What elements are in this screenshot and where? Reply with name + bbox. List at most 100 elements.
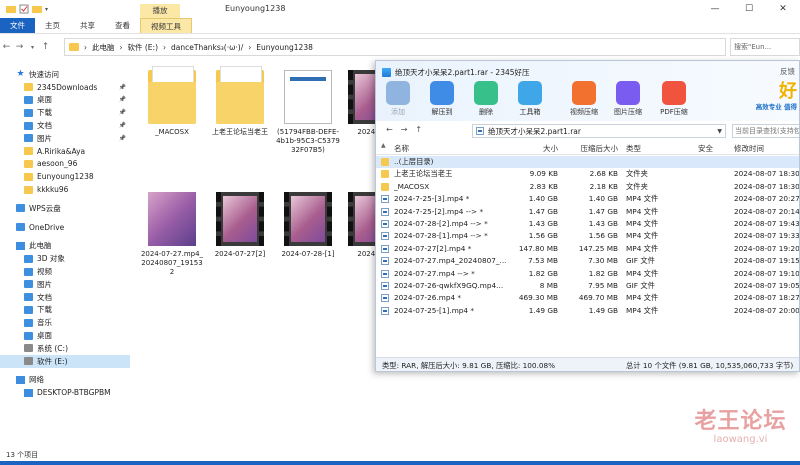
table-row[interactable]: 2024-07-25-[1].mp4 * 1.49 GB 1.49 GB MP4 文件… (376, 305, 799, 317)
archive-path-box[interactable]: 绝顶天才小呆呆2.part1.rar ▼ (472, 124, 726, 138)
sidebar-item[interactable]: 桌面 📌 (0, 94, 130, 107)
table-row[interactable]: 2024-07-27.mp4 --> * 1.82 GB 1.82 GB MP4 文件… (376, 268, 799, 280)
cell-packed-size: 1.40 GB (588, 194, 618, 204)
sidebar-item[interactable]: DESKTOP-BTBGPBM (0, 386, 130, 399)
sidebar-item[interactable]: 网络 (0, 374, 130, 387)
sidebar-item[interactable]: 软件 (E:) (0, 354, 130, 368)
back-icon[interactable]: ← (386, 125, 393, 134)
cell-type: GIF 文件 (626, 280, 655, 290)
search-input[interactable]: 搜索"Eun... (730, 38, 800, 56)
sidebar-item[interactable]: A.Ririka&Aya (0, 145, 130, 158)
chevron-down-icon[interactable]: ▼ (717, 128, 722, 135)
table-row[interactable]: 上老王论坛当老王 9.09 KB 2.68 KB 文件夹 2024-08-07 18:3… (376, 168, 799, 180)
sidebar-item-label: 文档 (37, 292, 52, 302)
sidebar-item-label: 3D 对象 (37, 254, 65, 264)
up-icon[interactable]: ↑ (415, 125, 422, 134)
address-bar[interactable]: › 此电脑 › 软件 (E:) › danceThanks₃(·ω·)/ › E… (64, 38, 726, 56)
sidebar-item-label: OneDrive (29, 222, 65, 232)
cell-modified: 2024-08-07 18:27 (734, 293, 800, 303)
sidebar-item[interactable]: 此电脑 (0, 240, 130, 253)
table-row[interactable]: 2024-7-25-[2].mp4 --> * 1.47 GB 1.47 GB MP4… (376, 206, 799, 218)
table-row[interactable]: 2024-07-28-[2].mp4 --> * 1.43 GB 1.43 GB MP… (376, 218, 799, 230)
file-tile[interactable]: 2024-07-27.mp4_20240807_191532 (140, 192, 204, 277)
tab-file[interactable]: 文件 (0, 18, 35, 33)
ribbon-tabs: 文件 主页 共享 查看 视频工具 (0, 18, 800, 34)
qat-dropdown-icon[interactable]: ▾ (45, 6, 48, 13)
column-packed-size[interactable]: 压缩后大小 (560, 143, 619, 154)
checkbox-icon[interactable] (19, 4, 29, 14)
table-row[interactable]: 2024-07-27.mp4_20240807_... 7.53 MB 7.30 M… (376, 255, 799, 267)
column-size[interactable]: 大小 (496, 143, 558, 154)
new-folder-icon[interactable] (32, 4, 42, 14)
file-tile[interactable]: 2024-07-27[2] (208, 192, 272, 259)
tab-share[interactable]: 共享 (70, 18, 105, 33)
maximize-icon[interactable]: ☐ (732, 0, 766, 18)
manage-tab[interactable]: 播放 (140, 4, 180, 18)
sidebar-item[interactable]: 2345Downloads 📌 (0, 81, 130, 94)
breadcrumb-current-folder[interactable]: Eunyoung1238 (256, 43, 313, 52)
file-tile[interactable]: _MACOSX (140, 66, 204, 137)
sidebar-item[interactable]: 3D 对象 (0, 252, 130, 265)
cell-type: MP4 文件 (626, 268, 659, 278)
sidebar-item[interactable]: 视频 (0, 265, 130, 278)
up-icon[interactable]: ↑ (39, 42, 52, 52)
sidebar-item[interactable]: 桌面 (0, 329, 130, 342)
chevron-right-icon: › (248, 42, 252, 52)
sidebar-item[interactable]: 图片 📌 (0, 132, 130, 145)
toolbar-button[interactable]: 删除 (468, 81, 504, 117)
window-controls: — ☐ ✕ (698, 0, 800, 18)
table-row[interactable]: 2024-07-28-[1].mp4 --> * 1.56 GB 1.56 GB MP… (376, 230, 799, 242)
feedback-link[interactable]: 反馈 (780, 66, 795, 77)
sidebar-item[interactable]: 音乐 (0, 316, 130, 329)
sidebar-item[interactable]: ★ 快速访问 (0, 68, 130, 81)
file-tile[interactable]: 2024-07-28-[1] (276, 192, 340, 259)
sidebar-item[interactable]: Eunyoung1238 (0, 170, 130, 183)
sidebar-item[interactable]: aesoon_96 (0, 158, 130, 171)
sidebar-item[interactable]: 文档 📌 (0, 119, 130, 132)
table-row[interactable]: 2024-07-26-qwkfX9GQ.mp4... 8 MB 7.95 MB GIF… (376, 280, 799, 292)
sidebar-item[interactable]: 下载 (0, 304, 130, 317)
toolbar-button[interactable]: 视频压缩 (566, 81, 602, 117)
table-row[interactable]: ..(上层目录) (376, 156, 799, 169)
close-icon[interactable]: ✕ (766, 0, 800, 18)
sidebar-item[interactable]: WPS云盘 (0, 202, 130, 215)
sidebar-item[interactable]: 图片 (0, 278, 130, 291)
promo-banner[interactable]: 好 高效专业 值得 (743, 83, 799, 112)
forward-icon[interactable]: → (401, 125, 408, 134)
toolbar-button[interactable]: PDF压缩 (656, 81, 692, 117)
column-type[interactable]: 类型 (626, 143, 686, 154)
video-thumbnail (148, 192, 196, 246)
column-security[interactable]: 安全 (698, 143, 728, 154)
tab-video-tools[interactable]: 视频工具 (140, 18, 192, 33)
minimize-icon[interactable]: — (698, 0, 732, 18)
table-row[interactable]: 2024-7-25-[3].mp4 * 1.40 GB 1.40 GB MP4 文件 2… (376, 193, 799, 205)
archive-search-input[interactable]: 当前目录查找(支持包 (732, 124, 799, 138)
sidebar-item[interactable]: kkkku96 (0, 183, 130, 196)
breadcrumb-this-pc[interactable]: 此电脑 (92, 42, 115, 53)
back-icon[interactable]: ← (0, 42, 13, 52)
table-row[interactable]: 2024-07-27[2].mp4 * 147.80 MB 147.25 MB MP4… (376, 243, 799, 255)
tab-view[interactable]: 查看 (105, 18, 140, 33)
toolbox-icon (518, 81, 542, 105)
file-tile[interactable]: 上老王论坛当老王 (208, 66, 272, 137)
cell-name: ..(上层目录) (394, 157, 434, 166)
sidebar-item[interactable]: OneDrive (0, 221, 130, 234)
tab-home[interactable]: 主页 (35, 18, 70, 33)
recent-dropdown-icon[interactable]: ▾ (26, 44, 39, 51)
table-row[interactable]: 2024-07-26.mp4 * 469.30 MB 469.70 MB MP4 文件… (376, 292, 800, 304)
toolbar-button[interactable]: 工具箱 (512, 81, 548, 117)
cell-size: 1.43 GB (528, 218, 558, 228)
sidebar-item[interactable]: 系统 (C:) (0, 342, 130, 355)
archive-path-text: 绝顶天才小呆呆2.part1.rar (488, 126, 581, 136)
file-tile[interactable]: (51794FBB-DEFE-4b1b-95C3-C537932F07B5) (276, 70, 340, 155)
table-row[interactable]: _MACOSX 2.83 KB 2.18 KB 文件夹 2024-08-07 18:30 (376, 181, 799, 193)
sidebar-item[interactable]: 下载 📌 (0, 106, 130, 119)
toolbar-button[interactable]: 解压到 (424, 81, 460, 117)
breadcrumb-dance-folder[interactable]: danceThanks₃(·ω·)/ (171, 43, 243, 52)
breadcrumb-drive-e[interactable]: 软件 (E:) (128, 42, 159, 53)
sidebar-item[interactable]: 文档 (0, 291, 130, 304)
toolbar-button[interactable]: 图片压缩 (610, 81, 646, 117)
forward-icon[interactable]: → (13, 42, 26, 52)
toolbar-button[interactable]: 添加 (380, 81, 416, 117)
column-modified[interactable]: 修改时间 (734, 143, 799, 154)
